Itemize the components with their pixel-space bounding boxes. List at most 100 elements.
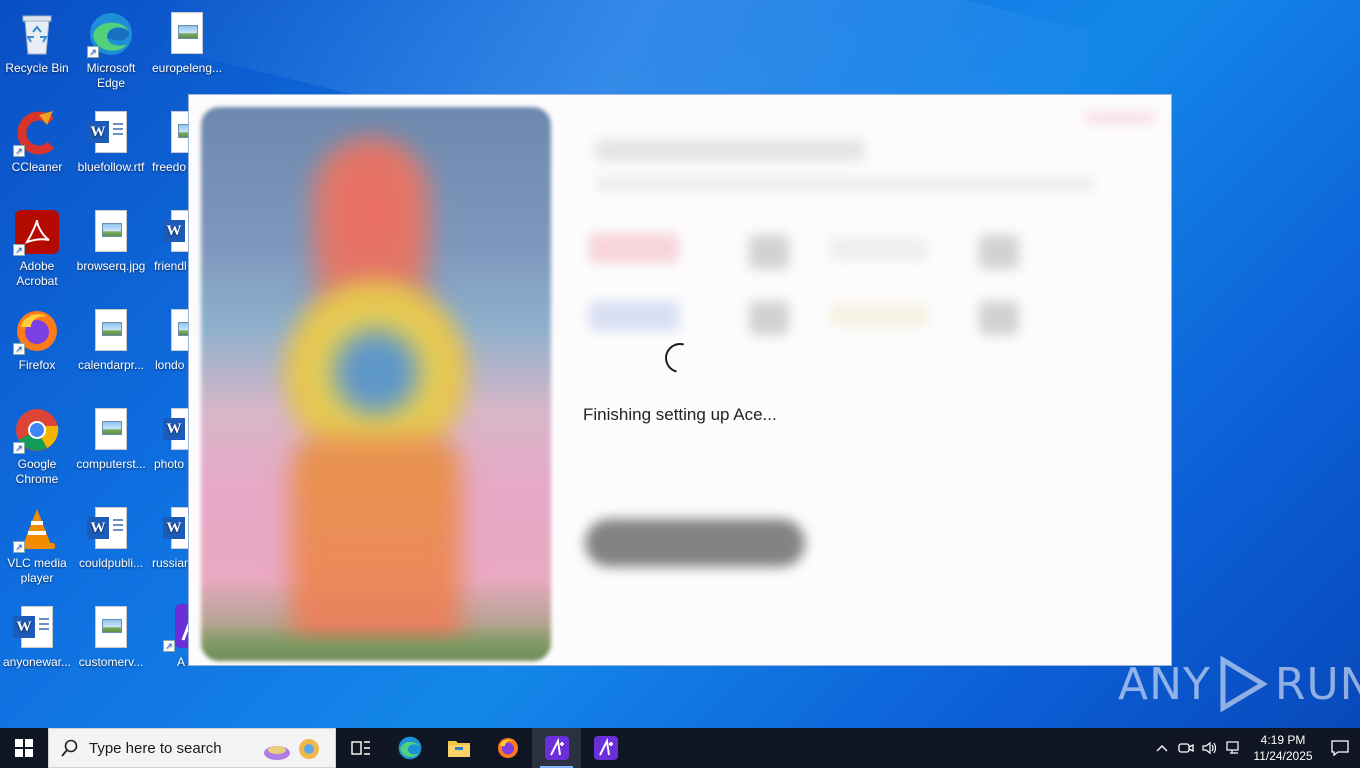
search-highlight-art-icon	[264, 739, 319, 760]
image-file-icon	[87, 406, 135, 454]
camera-icon	[1178, 743, 1194, 753]
desktop-icon-anyonewar[interactable]: W anyonewar...	[0, 600, 74, 670]
blurred-option	[589, 301, 679, 331]
action-center-button[interactable]	[1320, 728, 1360, 768]
blurred-option	[979, 301, 1019, 335]
taskbar-ace[interactable]	[581, 728, 630, 768]
blurred-continue-button	[585, 519, 805, 567]
firefox-icon	[497, 738, 518, 758]
task-view-button[interactable]	[336, 728, 385, 768]
desktop-icon-recycle-bin[interactable]: Recycle Bin	[0, 6, 74, 76]
icon-label: Google Chrome	[15, 457, 59, 486]
shortcut-arrow-icon: ↗	[13, 442, 25, 454]
blurred-option	[749, 301, 789, 335]
watermark-text-right: RUN	[1274, 658, 1360, 710]
taskbar-edge[interactable]	[385, 728, 434, 768]
image-file-icon	[87, 208, 135, 256]
desktop-icon-vlc[interactable]: ↗ VLC media player	[0, 501, 74, 586]
image-file-icon	[87, 307, 135, 355]
desktop-icon-couldpubli[interactable]: W couldpubli...	[74, 501, 148, 571]
image-file-icon	[87, 604, 135, 652]
recycle-bin-icon	[13, 10, 61, 58]
anyrun-watermark: ANY RUN	[1118, 656, 1360, 712]
folder-icon	[447, 741, 470, 757]
word-document-icon: W	[13, 604, 61, 652]
meet-now-button[interactable]	[1174, 728, 1198, 768]
search-icon	[61, 739, 78, 757]
taskbar-ace-installer[interactable]	[532, 728, 581, 768]
word-document-icon: W	[87, 109, 135, 157]
loading-spinner-icon	[659, 337, 701, 379]
blurred-option	[829, 237, 929, 261]
icon-label: Firefox	[18, 358, 56, 372]
taskbar-search-box[interactable]: Type here to search	[48, 728, 336, 768]
desktop-icon-adobe-acrobat[interactable]: ↗ Adobe Acrobat	[0, 204, 74, 289]
taskbar-firefox[interactable]	[483, 728, 532, 768]
notification-icon	[1331, 740, 1349, 756]
blurred-subtitle	[595, 177, 1095, 191]
icon-label: VLC media player	[7, 556, 67, 585]
desktop-icon-calendarpr[interactable]: calendarpr...	[74, 303, 148, 373]
desktop-icon-europeleng[interactable]: europeleng...	[150, 6, 224, 76]
hero-image	[201, 107, 551, 661]
edge-icon	[398, 736, 421, 760]
blurred-title	[595, 139, 865, 161]
icon-label: couldpubli...	[78, 556, 144, 570]
search-placeholder: Type here to search	[89, 739, 222, 757]
chevron-up-icon	[1156, 745, 1168, 752]
shortcut-arrow-icon: ↗	[13, 244, 25, 256]
play-logo-icon	[1220, 656, 1268, 712]
watermark-text-left: ANY	[1118, 658, 1211, 710]
icon-label: calendarpr...	[77, 358, 145, 372]
desktop-icon-microsoft-edge[interactable]: ↗ Microsoft Edge	[74, 6, 148, 91]
shortcut-arrow-icon: ↗	[13, 145, 25, 157]
system-tray: 4:19 PM 11/24/2025	[1150, 728, 1360, 768]
icon-label: Microsoft Edge	[86, 61, 136, 90]
icon-label: Adobe Acrobat	[16, 259, 58, 288]
firefox-icon: ↗	[13, 307, 61, 355]
icon-label: computerst...	[76, 457, 146, 471]
edge-icon: ↗	[87, 10, 135, 58]
network-icon	[1226, 741, 1239, 754]
task-view-icon	[350, 741, 370, 755]
ace-installer-window: Finishing setting up Ace...	[188, 94, 1172, 666]
taskbar-clock[interactable]: 4:19 PM 11/24/2025	[1246, 732, 1320, 764]
ace-app-icon	[593, 736, 618, 760]
desktop-icon-google-chrome[interactable]: ↗ Google Chrome	[0, 402, 74, 487]
chrome-icon: ↗	[13, 406, 61, 454]
clock-date: 11/24/2025	[1253, 749, 1313, 763]
taskbar: Type here to search 4:19 PM 11/24/2025	[0, 728, 1360, 768]
ccleaner-icon: ↗	[13, 109, 61, 157]
desktop-icon-firefox[interactable]: ↗ Firefox	[0, 303, 74, 373]
start-button[interactable]	[0, 728, 48, 768]
blurred-option	[829, 303, 929, 327]
shortcut-arrow-icon: ↗	[13, 541, 25, 553]
setup-status-text: Finishing setting up Ace...	[583, 405, 777, 424]
volume-button[interactable]	[1198, 728, 1222, 768]
desktop-icon-customerv[interactable]: customerv...	[74, 600, 148, 670]
desktop-icon-computerst[interactable]: computerst...	[74, 402, 148, 472]
speaker-icon	[1202, 741, 1217, 755]
adobe-acrobat-icon: ↗	[13, 208, 61, 256]
clock-time: 4:19 PM	[1260, 733, 1306, 747]
blurred-option	[589, 233, 679, 263]
ace-app-icon	[544, 736, 569, 760]
network-button[interactable]	[1222, 728, 1246, 768]
desktop: Recycle Bin ↗ CCleaner ↗ Adobe Acrobat ↗…	[0, 0, 1360, 728]
blurred-option	[749, 235, 789, 269]
windows-logo-icon	[15, 739, 33, 757]
blurred-option	[979, 235, 1019, 269]
show-hidden-icons-button[interactable]	[1150, 728, 1174, 768]
vlc-cone-icon: ↗	[13, 505, 61, 553]
desktop-icon-browserq[interactable]: browserq.jpg	[74, 204, 148, 274]
shortcut-arrow-icon: ↗	[87, 46, 99, 58]
word-document-icon: W	[87, 505, 135, 553]
desktop-icon-ccleaner[interactable]: ↗ CCleaner	[0, 105, 74, 175]
icon-label: Recycle Bin	[5, 61, 69, 75]
icon-label: customerv...	[78, 655, 144, 669]
shortcut-arrow-icon: ↗	[13, 343, 25, 355]
taskbar-file-explorer[interactable]	[434, 728, 483, 768]
image-file-icon	[163, 10, 211, 58]
blurred-window-controls	[1084, 113, 1156, 123]
desktop-icon-bluefollow[interactable]: W bluefollow.rtf	[74, 105, 148, 175]
